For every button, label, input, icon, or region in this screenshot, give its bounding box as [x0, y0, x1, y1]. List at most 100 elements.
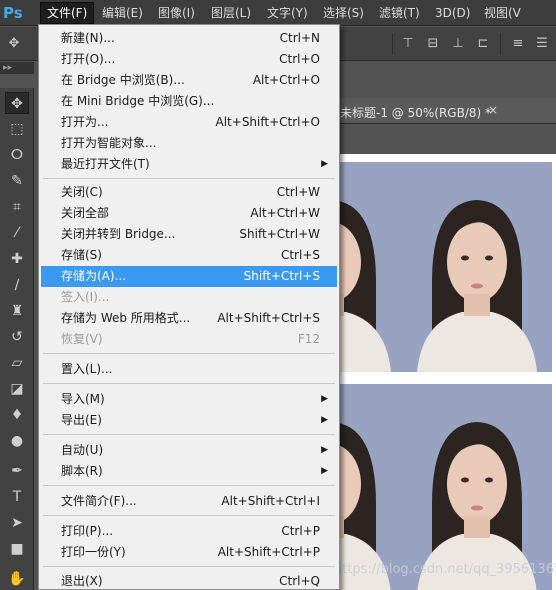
- clone-stamp-icon[interactable]: ♜: [5, 300, 29, 322]
- menu-item-label: 导入(M): [61, 392, 105, 406]
- menu-item-shortcut: Shift+Ctrl+S: [243, 269, 320, 283]
- align-bottom-icon[interactable]: ⊥: [450, 36, 466, 52]
- menu-item-label: 打印一份(Y): [61, 545, 126, 559]
- menu-item-shortcut: F12: [297, 332, 320, 346]
- menu-item-label: 关闭(C): [61, 185, 103, 199]
- document-canvas[interactable]: [256, 154, 556, 590]
- pen-tool-icon[interactable]: ✒: [5, 460, 29, 482]
- tool-panel-header[interactable]: ▸▸: [0, 62, 34, 74]
- history-brush-icon[interactable]: ↺: [5, 326, 29, 348]
- move-tool-icon[interactable]: ✥: [5, 92, 29, 114]
- gradient-icon[interactable]: ◪: [5, 378, 29, 400]
- menu-item-scripts[interactable]: 脚本(R) ▶: [41, 461, 337, 482]
- menu-layer[interactable]: 图层(L): [205, 2, 257, 24]
- align-top-icon[interactable]: ⊤: [400, 36, 416, 52]
- menu-item-label: 存储为 Web 所用格式...: [61, 311, 191, 325]
- menu-item-shortcut: Alt+Ctrl+O: [252, 73, 320, 87]
- menu-item-save-as[interactable]: 存储为(A)... Shift+Ctrl+S: [41, 266, 337, 287]
- menu-item-recent-files[interactable]: 最近打开文件(T) ▶: [41, 154, 337, 175]
- rectangle-tool-icon[interactable]: ■: [5, 538, 29, 560]
- dodge-icon[interactable]: ●: [5, 430, 29, 452]
- menu-item-open[interactable]: 打开(O)... Ctrl+O: [41, 49, 337, 70]
- menu-item-new[interactable]: 新建(N)... Ctrl+N: [41, 28, 337, 49]
- align-left-icon[interactable]: ⊏: [475, 36, 491, 52]
- menu-item-automate[interactable]: 自动(U) ▶: [41, 440, 337, 461]
- submenu-arrow-icon: ▶: [321, 394, 328, 404]
- menu-item-shortcut: Ctrl+W: [276, 185, 320, 199]
- menu-item-place[interactable]: 置入(L)...: [41, 359, 337, 380]
- options-separator: [500, 33, 501, 55]
- options-separator: [392, 33, 393, 55]
- path-select-icon[interactable]: ➤: [5, 512, 29, 534]
- menu-item-shortcut: Alt+Shift+Ctrl+I: [221, 494, 320, 508]
- menu-filter[interactable]: 滤镜(T): [373, 2, 426, 24]
- menu-item-label: 新建(N)...: [61, 31, 115, 45]
- menu-item-shortcut: Ctrl+Q: [279, 574, 320, 588]
- close-icon[interactable]: ×: [488, 103, 498, 117]
- menu-3d[interactable]: 3D(D): [429, 2, 476, 24]
- file-menu-dropdown: 新建(N)... Ctrl+N 打开(O)... Ctrl+O 在 Bridge…: [38, 24, 340, 590]
- menu-item-save-for-web[interactable]: 存储为 Web 所用格式... Alt+Shift+Ctrl+S: [41, 308, 337, 329]
- menu-item-file-info[interactable]: 文件简介(F)... Alt+Shift+Ctrl+I: [41, 491, 337, 512]
- menu-file[interactable]: 文件(F): [40, 2, 95, 24]
- menu-item-revert: 恢复(V) F12: [41, 329, 337, 350]
- submenu-arrow-icon: ▶: [321, 466, 328, 476]
- menu-item-label: 最近打开文件(T): [61, 157, 150, 171]
- menu-type[interactable]: 文字(Y): [261, 2, 314, 24]
- menu-item-print-one-copy[interactable]: 打印一份(Y) Alt+Shift+Ctrl+P: [41, 542, 337, 563]
- menu-item-open-as[interactable]: 打开为... Alt+Shift+Ctrl+O: [41, 112, 337, 133]
- lasso-tool-icon[interactable]: ⵔ: [5, 144, 29, 166]
- blur-icon[interactable]: ♦: [5, 404, 29, 426]
- menu-item-exit[interactable]: 退出(X) Ctrl+Q: [41, 571, 337, 590]
- crop-tool-icon[interactable]: ⌗: [5, 196, 29, 218]
- menu-item-save[interactable]: 存储(S) Ctrl+S: [41, 245, 337, 266]
- submenu-arrow-icon: ▶: [321, 159, 328, 169]
- menu-item-label: 打开(O)...: [61, 52, 116, 66]
- menu-item-close[interactable]: 关闭(C) Ctrl+W: [41, 182, 337, 203]
- eraser-icon[interactable]: ▱: [5, 352, 29, 374]
- menu-item-label: 关闭并转到 Bridge...: [61, 227, 176, 241]
- menu-item-label: 恢复(V): [61, 332, 103, 346]
- submenu-arrow-icon: ▶: [321, 415, 328, 425]
- menu-separator: [43, 178, 335, 179]
- healing-brush-icon[interactable]: ✚: [5, 248, 29, 270]
- menu-item-export[interactable]: 导出(E) ▶: [41, 410, 337, 431]
- marquee-tool-icon[interactable]: ⬚: [5, 118, 29, 140]
- menu-item-browse-mini-bridge[interactable]: 在 Mini Bridge 中浏览(G)...: [41, 91, 337, 112]
- move-tool-icon[interactable]: ✥: [6, 36, 22, 52]
- menu-item-label: 打开为智能对象...: [61, 136, 157, 150]
- menu-item-close-all[interactable]: 关闭全部 Alt+Ctrl+W: [41, 203, 337, 224]
- menu-edit[interactable]: 编辑(E): [96, 2, 149, 24]
- menu-image[interactable]: 图像(I): [152, 2, 201, 24]
- menu-item-shortcut: Shift+Ctrl+W: [239, 227, 320, 241]
- menu-item-label: 关闭全部: [61, 206, 110, 220]
- menu-item-open-smart-object[interactable]: 打开为智能对象...: [41, 133, 337, 154]
- menu-item-import[interactable]: 导入(M) ▶: [41, 389, 337, 410]
- menu-item-label: 在 Mini Bridge 中浏览(G)...: [61, 94, 215, 108]
- document-tab-title: 未标题-1 @ 50%(RGB/8) *: [340, 106, 491, 120]
- menu-select[interactable]: 选择(S): [317, 2, 370, 24]
- brush-tool-icon[interactable]: ∕: [5, 274, 29, 296]
- document-tab[interactable]: 未标题-1 @ 50%(RGB/8) * ×: [336, 98, 556, 124]
- menu-item-print[interactable]: 打印(P)... Ctrl+P: [41, 521, 337, 542]
- menu-item-label: 存储(S): [61, 248, 102, 262]
- menu-item-label: 脚本(R): [61, 464, 103, 478]
- menu-bar: Ps 文件(F) 编辑(E) 图像(I) 图层(L) 文字(Y) 选择(S) 滤…: [0, 0, 556, 26]
- menu-item-label: 自动(U): [61, 443, 104, 457]
- hand-tool-icon[interactable]: ✋: [5, 568, 29, 590]
- menu-item-browse-bridge[interactable]: 在 Bridge 中浏览(B)... Alt+Ctrl+O: [41, 70, 337, 91]
- submenu-arrow-icon: ▶: [321, 445, 328, 455]
- type-tool-icon[interactable]: T: [5, 486, 29, 508]
- distribute-top-icon[interactable]: ≡: [510, 36, 526, 52]
- distribute-middle-icon[interactable]: ☰: [534, 36, 550, 52]
- align-middle-icon[interactable]: ⊟: [425, 36, 441, 52]
- menu-item-label: 在 Bridge 中浏览(B)...: [61, 73, 185, 87]
- menu-view[interactable]: 视图(V: [478, 2, 527, 24]
- portrait-graphic: [402, 384, 552, 590]
- quick-select-icon[interactable]: ✎: [5, 170, 29, 192]
- menu-item-label: 导出(E): [61, 413, 102, 427]
- eyedropper-icon[interactable]: ⁄: [5, 222, 29, 244]
- portrait-photo: [402, 384, 552, 590]
- menu-item-close-go-bridge[interactable]: 关闭并转到 Bridge... Shift+Ctrl+W: [41, 224, 337, 245]
- menu-item-check-in: 签入(I)...: [41, 287, 337, 308]
